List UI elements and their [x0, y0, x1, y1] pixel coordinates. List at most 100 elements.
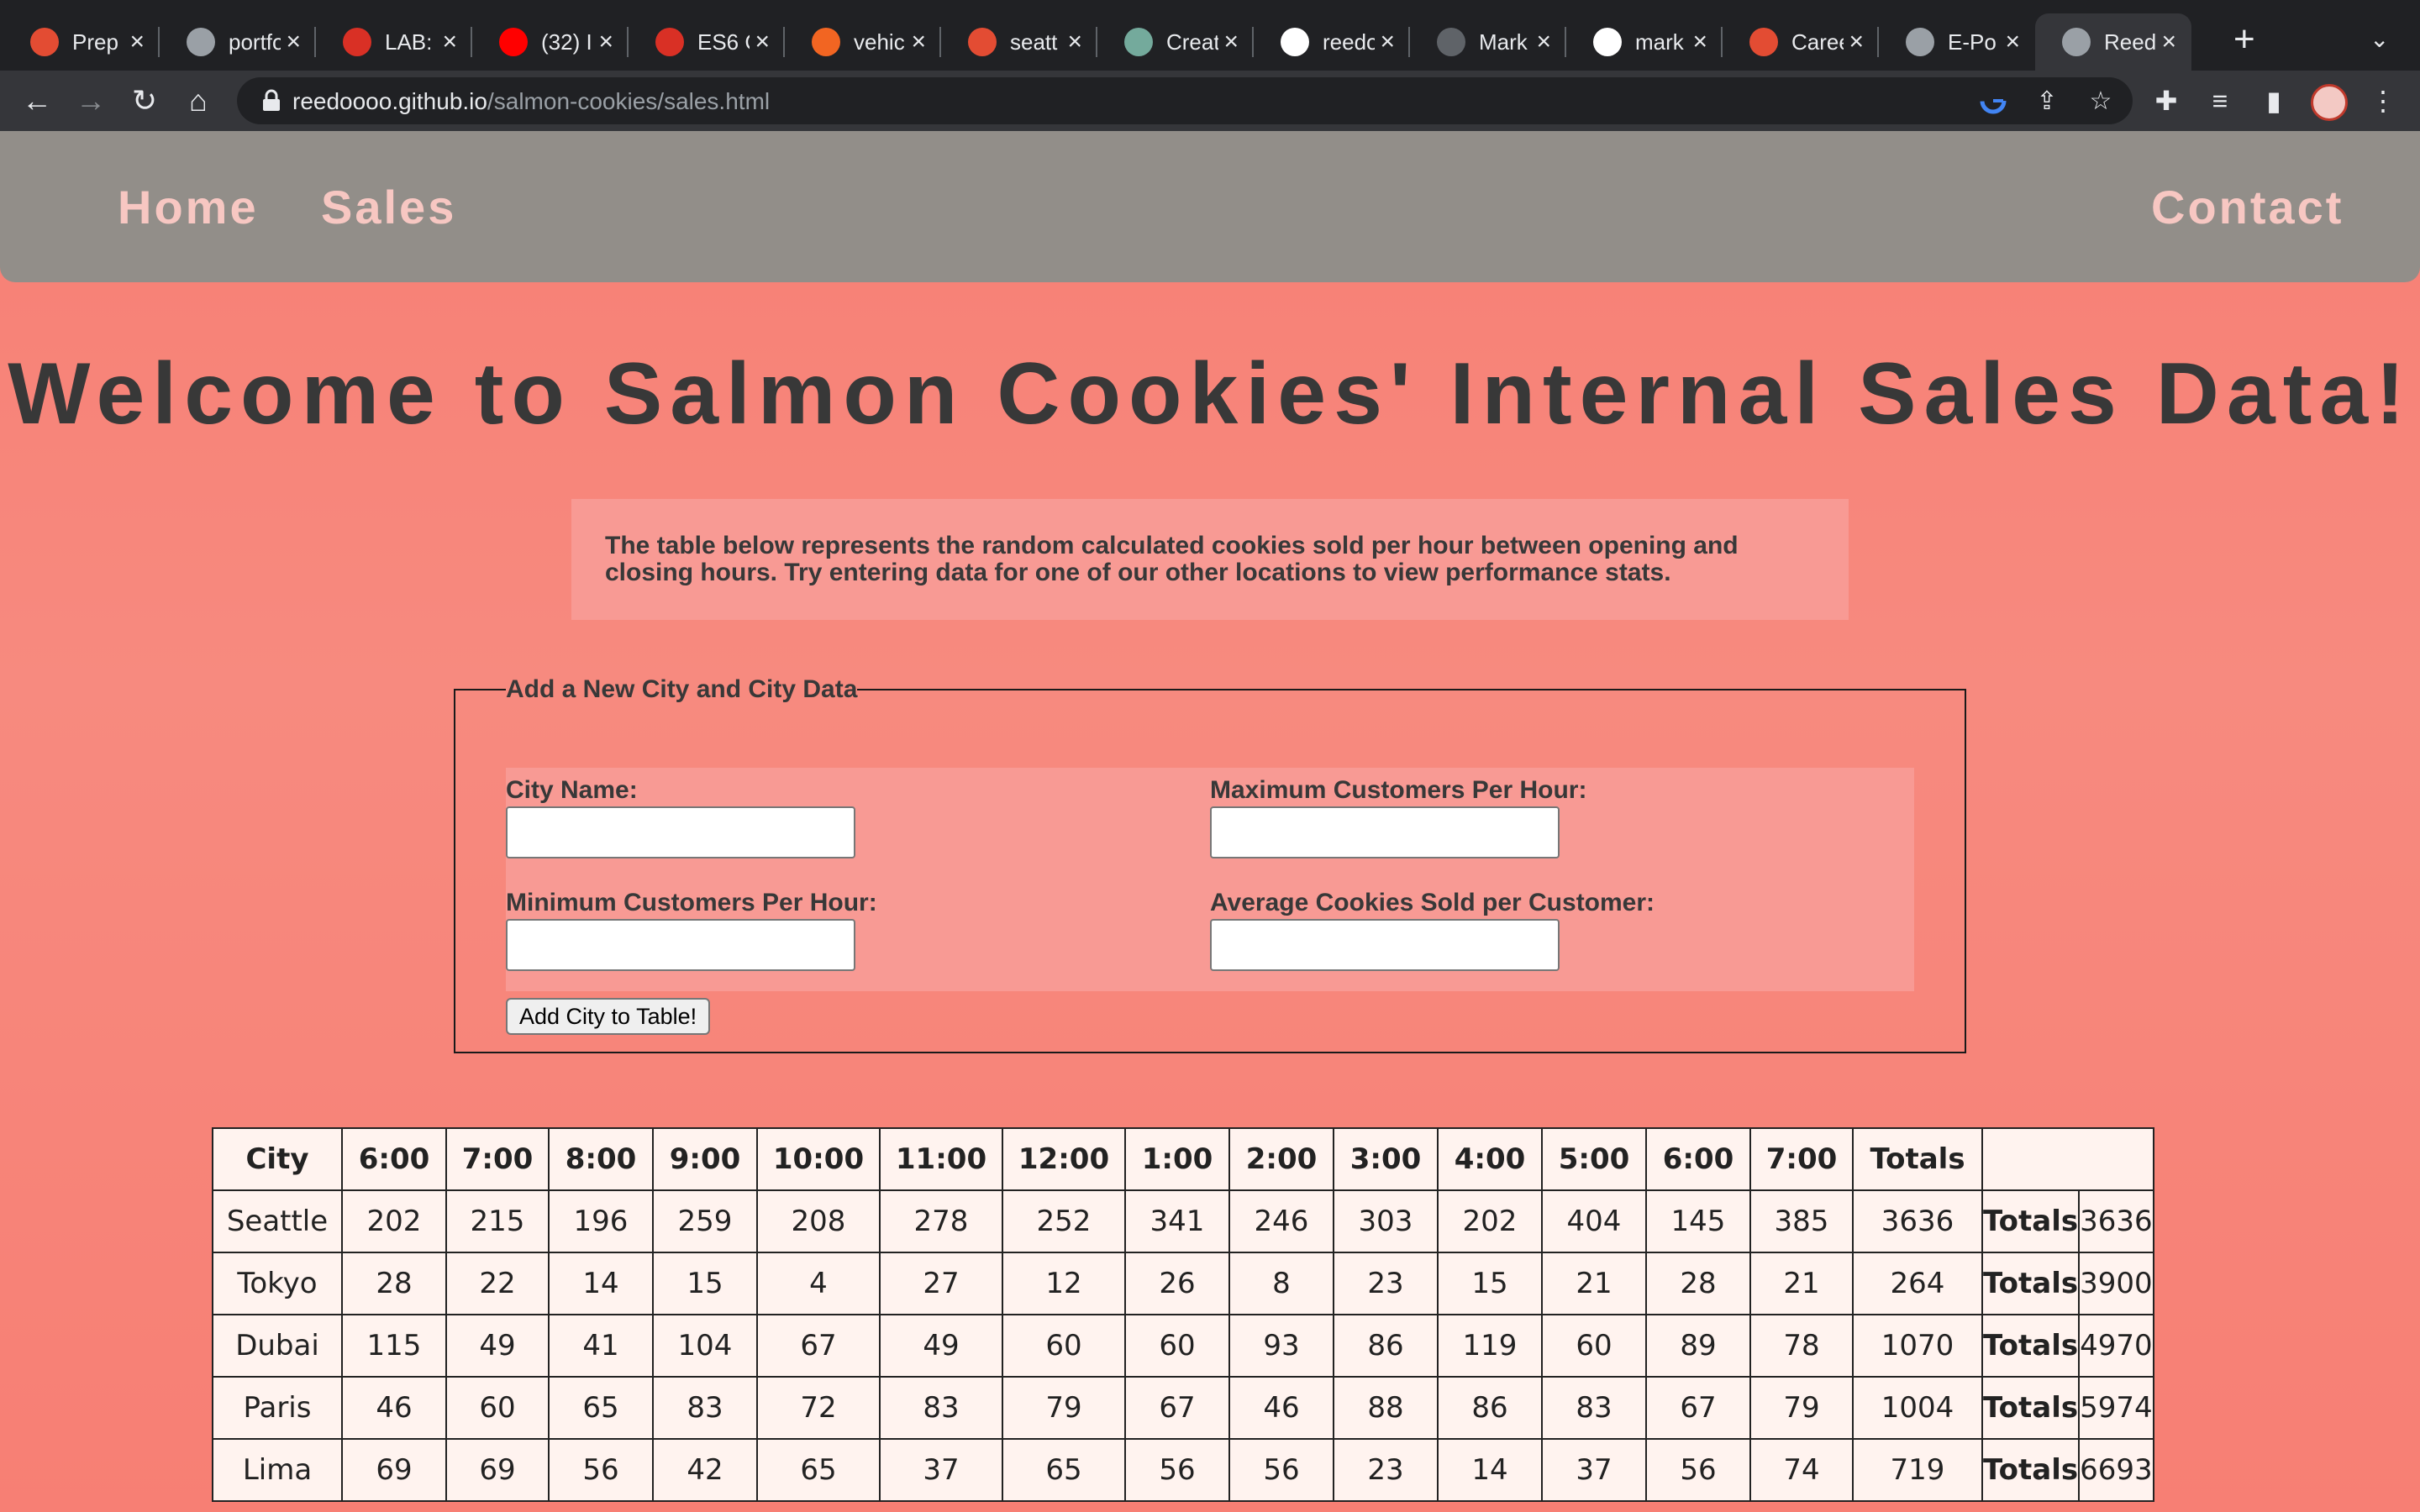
table-cell: 69: [341, 1438, 447, 1502]
tab-close-icon[interactable]: ×: [1692, 28, 1707, 56]
home-icon[interactable]: ⌂: [178, 81, 218, 121]
browser-tab[interactable]: mark ×: [1566, 13, 1723, 71]
browser-tab[interactable]: Mark ×: [1410, 13, 1566, 71]
table-cell: 404: [1541, 1189, 1647, 1253]
table-cell: 37: [879, 1438, 1003, 1502]
tab-search-chevron-icon[interactable]: ⌄: [2370, 25, 2389, 53]
tab-close-icon[interactable]: ×: [755, 28, 770, 56]
browser-tab[interactable]: LAB: ×: [316, 13, 472, 71]
city-name-input[interactable]: [506, 806, 855, 858]
profile-avatar[interactable]: [2311, 84, 2348, 121]
share-icon[interactable]: ⇪: [2032, 86, 2062, 116]
table-header-cell: 3:00: [1333, 1127, 1439, 1191]
city-name-cell: Dubai: [212, 1314, 343, 1378]
table-cell: 145: [1645, 1189, 1751, 1253]
media-controls-icon[interactable]: ≡: [2202, 82, 2238, 119]
tab-favicon-icon: [1593, 28, 1622, 56]
max-customers-input[interactable]: [1210, 806, 1560, 858]
tab-close-icon[interactable]: ×: [1849, 28, 1864, 56]
table-body: Seattle 202 215 196 259 208 278 252 341 246 303 202…: [212, 1189, 2154, 1502]
new-tab-icon[interactable]: +: [2233, 18, 2255, 60]
table-cell: 5974: [2078, 1376, 2154, 1440]
tab-close-icon[interactable]: ×: [1067, 28, 1082, 56]
tab-close-icon[interactable]: ×: [598, 28, 613, 56]
add-city-form: Add a New City and City Data City Name: …: [454, 675, 1966, 1053]
bookmark-star-icon[interactable]: ☆: [2086, 86, 2116, 116]
table-cell: 86: [1437, 1376, 1543, 1440]
browser-tab[interactable]: Caree×: [1723, 13, 1879, 71]
browser-tab[interactable]: vehic ×: [785, 13, 941, 71]
table-cell: 79: [1749, 1376, 1854, 1440]
table-cell: 60: [445, 1376, 550, 1440]
address-bar[interactable]: reedoooo.github.io/salmon-cookies/sales.…: [237, 77, 2133, 124]
table-cell: 14: [548, 1252, 654, 1315]
table-cell: 60: [1002, 1314, 1126, 1378]
table-cell: 4970: [2078, 1314, 2154, 1378]
table-cell: 4: [756, 1252, 881, 1315]
table-cell: 115: [341, 1314, 447, 1378]
tab-favicon-icon: [2062, 28, 2091, 56]
city-name-cell: Tokyo: [212, 1252, 343, 1315]
browser-tab[interactable]: portfo ×: [160, 13, 316, 71]
table-cell: 56: [548, 1438, 654, 1502]
table-cell: 56: [1124, 1438, 1230, 1502]
extensions-puzzle-icon[interactable]: ✚: [2148, 82, 2185, 119]
table-header-cell: 6:00: [341, 1127, 447, 1191]
nav-sales-link[interactable]: Sales: [321, 180, 456, 234]
tab-close-icon[interactable]: ×: [1223, 28, 1239, 56]
add-city-button[interactable]: Add City to Table!: [506, 998, 711, 1035]
tab-close-icon[interactable]: ×: [1536, 28, 1551, 56]
table-row: Seattle 202 215 196 259 208 278 252 341 246 303 202…: [212, 1189, 2154, 1253]
browser-tab[interactable]: seatt ×: [941, 13, 1097, 71]
table-cell: 88: [1333, 1376, 1439, 1440]
table-cell: 60: [1124, 1314, 1230, 1378]
tab-favicon-icon: [187, 28, 215, 56]
tab-title: seatt: [1010, 29, 1058, 55]
browser-tab[interactable]: reedo ×: [1254, 13, 1410, 71]
tab-close-icon[interactable]: ×: [911, 28, 926, 56]
tab-title: Prep: [72, 29, 118, 55]
max-customers-label: Maximum Customers Per Hour:: [1210, 776, 1587, 804]
table-cell: 93: [1228, 1314, 1334, 1378]
tab-close-icon[interactable]: ×: [2161, 28, 2176, 56]
browser-tab[interactable]: Creat ×: [1097, 13, 1254, 71]
browser-tab[interactable]: E-Po ×: [1879, 13, 2035, 71]
city-name-label: City Name:: [506, 776, 638, 804]
table-cell: 246: [1228, 1189, 1334, 1253]
table-header-row: City 6:00 7:00 8:00 9:00 10:00 11:00 12:00 1:00 2…: [212, 1127, 2154, 1191]
google-icon[interactable]: [1978, 86, 2008, 116]
avg-cookies-label: Average Cookies Sold per Customer:: [1210, 889, 1655, 916]
browser-toolbar: ← → ↻ ⌂ reedoooo.github.io/salmon-cookie…: [0, 71, 2420, 131]
tab-favicon-icon: [655, 28, 684, 56]
tab-close-icon[interactable]: ×: [129, 28, 145, 56]
browser-tab[interactable]: Reed ×: [2035, 13, 2191, 71]
nav-home-link[interactable]: Home: [118, 180, 259, 234]
tab-favicon-icon: [343, 28, 371, 56]
nav-contact-link[interactable]: Contact: [2151, 180, 2344, 234]
totals-label-cell: Totals: [1981, 1252, 2081, 1315]
tab-close-icon[interactable]: ×: [286, 28, 301, 56]
browser-tab[interactable]: ES6 C×: [629, 13, 785, 71]
tab-close-icon[interactable]: ×: [1380, 28, 1395, 56]
table-cell: 46: [1228, 1376, 1334, 1440]
tab-favicon-icon: [1437, 28, 1465, 56]
tab-close-icon[interactable]: ×: [442, 28, 457, 56]
min-customers-input[interactable]: [506, 919, 855, 971]
kebab-menu-icon[interactable]: ⋮: [2365, 82, 2402, 119]
table-cell: 202: [341, 1189, 447, 1253]
back-arrow-icon[interactable]: ←: [17, 81, 57, 121]
browser-tab[interactable]: Prep ×: [3, 13, 160, 71]
url-path: /salmon-cookies/sales.html: [487, 88, 771, 114]
tab-title: E-Po: [1948, 29, 1996, 55]
reload-icon[interactable]: ↻: [124, 81, 165, 121]
table-row: Dubai 115 49 41 104 67 49 60 60 93 86 119 60 89 78 1070…: [212, 1314, 2154, 1378]
page-title: Welcome to Salmon Cookies' Internal Sale…: [8, 345, 2412, 443]
browser-tab[interactable]: (32) I ×: [472, 13, 629, 71]
forward-arrow-icon[interactable]: →: [71, 81, 111, 121]
side-panel-icon[interactable]: ▮: [2255, 82, 2292, 119]
table-header-cell: 6:00: [1645, 1127, 1751, 1191]
avg-cookies-input[interactable]: [1210, 919, 1560, 971]
tab-favicon-icon: [812, 28, 840, 56]
tab-title: portfo: [229, 29, 281, 55]
tab-close-icon[interactable]: ×: [2005, 28, 2020, 56]
